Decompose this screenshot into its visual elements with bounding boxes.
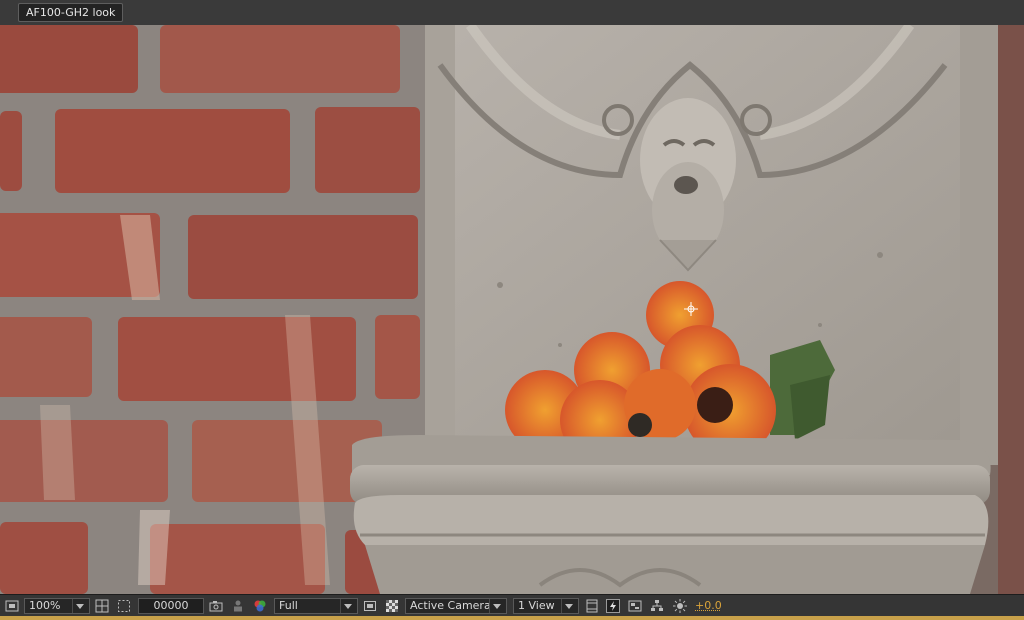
magnification-dropdown[interactable]: 100% [24,598,90,614]
viewer-tab-bar: AF100-GH2 look [0,0,1024,26]
always-preview-icon[interactable] [4,598,20,614]
view-layout-value: 1 View [518,599,555,612]
3d-view-dropdown[interactable]: Active Camera [405,598,507,614]
resolution-dropdown[interactable]: Full [274,598,358,614]
grid-guides-icon[interactable] [94,598,110,614]
snapshot-camera-icon[interactable] [208,598,224,614]
footage-frame [0,25,1024,594]
current-time-field[interactable]: 00000 [138,598,204,614]
mask-visibility-icon[interactable] [116,598,132,614]
fast-previews-icon[interactable] [605,598,621,614]
panel-bottom-accent [0,616,1024,620]
resolution-value: Full [279,599,298,612]
timeline-icon[interactable] [627,598,643,614]
transparency-grid-icon[interactable] [384,598,400,614]
chevron-down-icon [72,599,87,613]
show-snapshot-person-icon[interactable] [230,598,246,614]
view-layout-dropdown[interactable]: 1 View [513,598,579,614]
chevron-down-icon [561,599,576,613]
viewer-toolbar: 100% 00000 Full Active Camera 1 View +0.… [0,594,1024,617]
current-time-value: 00000 [138,598,204,614]
magnification-value: 100% [29,599,61,612]
reset-exposure-icon[interactable] [672,598,688,614]
fountain-basin [350,435,991,594]
composition-viewer[interactable] [0,25,1024,594]
show-channel-rgb-icon[interactable] [252,598,268,614]
chevron-down-icon [340,599,355,613]
3d-view-value: Active Camera [410,599,491,612]
pixel-aspect-icon[interactable] [584,598,600,614]
region-of-interest-icon[interactable] [362,598,378,614]
chevron-down-icon [489,599,504,613]
flowchart-icon[interactable] [649,598,665,614]
exposure-value[interactable]: +0.0 [695,598,722,614]
composition-tab[interactable]: AF100-GH2 look [18,3,124,22]
